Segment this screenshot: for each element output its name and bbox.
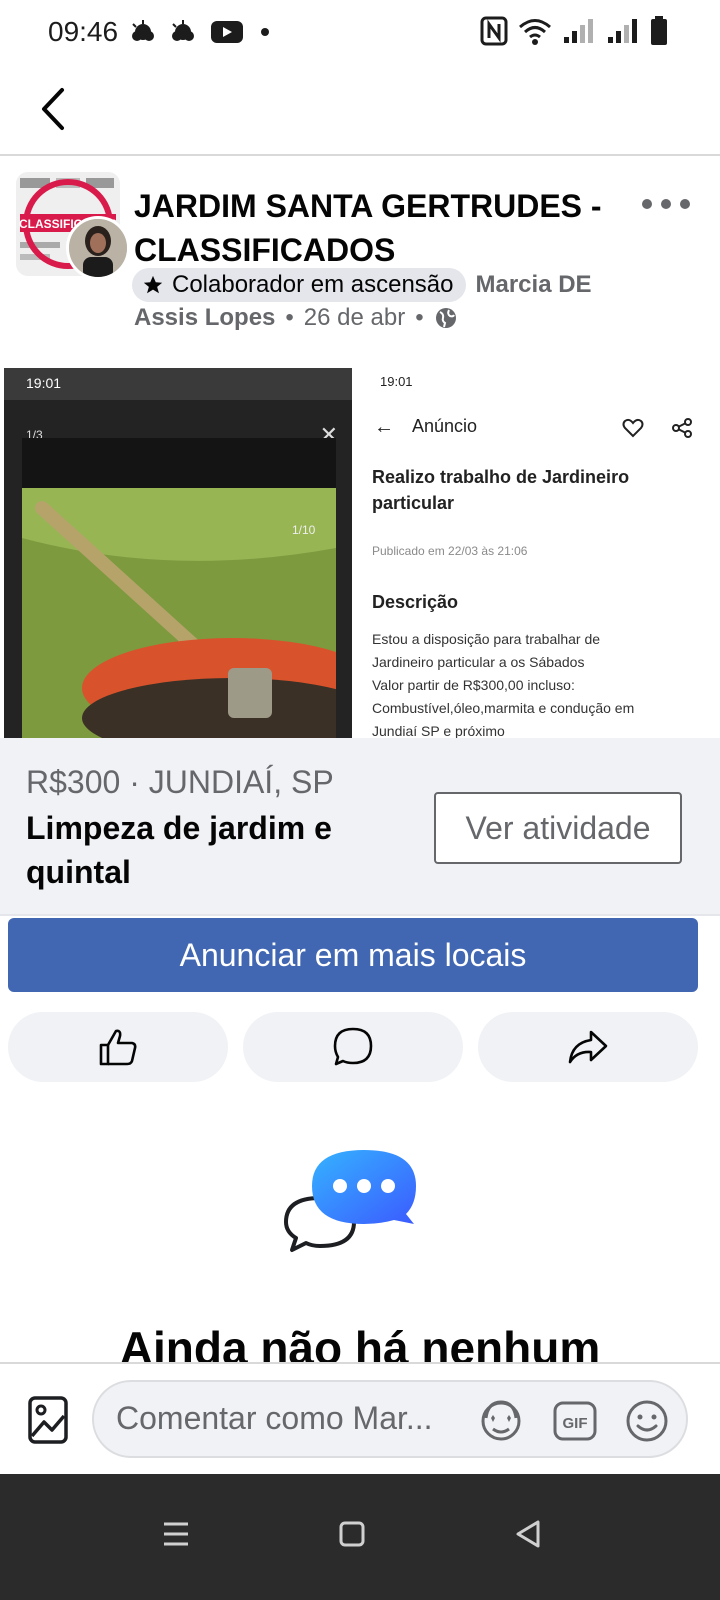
- user-avatar[interactable]: [66, 216, 130, 280]
- signal-icon: [608, 19, 637, 43]
- wifi-icon: [519, 19, 551, 45]
- embedded-heart-icon: [622, 418, 644, 438]
- comment-icon: [333, 1027, 373, 1066]
- embedded-share-icon: [672, 418, 692, 438]
- more-dot: [680, 199, 690, 209]
- separator: •: [415, 304, 424, 331]
- comment-input[interactable]: Comentar como Mar... GIF: [92, 1380, 688, 1458]
- back-button[interactable]: [28, 84, 78, 134]
- post-meta-line: Colaborador em ascensão Marcia DE: [132, 268, 592, 302]
- embedded-description-heading: Descrição: [372, 592, 459, 612]
- empty-comments-title: Ainda não há nenhum: [119, 1322, 601, 1362]
- listing-title: Limpeza de jardim e quintal: [26, 810, 332, 890]
- like-button[interactable]: [8, 1012, 228, 1082]
- status-time: 09:46: [48, 16, 119, 47]
- home-button[interactable]: [322, 1504, 382, 1564]
- comment-placeholder: Comentar como Mar...: [116, 1400, 433, 1436]
- ad-details-screenshot: 19:01 ← Anúncio Realizo trabalho de Jard…: [352, 368, 708, 738]
- status-right-icons: [480, 16, 668, 46]
- embedded-header-title: Anúncio: [412, 416, 478, 436]
- back-system-button[interactable]: [498, 1504, 558, 1564]
- signal-icon: [564, 19, 593, 43]
- promote-listing-button[interactable]: Anunciar em mais locais: [8, 918, 698, 992]
- weather-cloud-icon: [132, 20, 155, 41]
- view-activity-button[interactable]: Ver atividade: [434, 792, 682, 864]
- embedded-ad-title: Realizo trabalho de Jardineiro particula…: [372, 467, 630, 513]
- system-navigation-bar: [0, 1474, 720, 1600]
- embedded-description: Estou a disposição para trabalhar de Jar…: [372, 628, 692, 738]
- badge-label: Colaborador em ascensão: [172, 271, 454, 298]
- avatar-sticker-icon: [481, 1400, 521, 1441]
- author-name[interactable]: Marcia DE: [476, 271, 592, 299]
- description-line: Jardineiro particular a os Sábados: [372, 654, 585, 670]
- more-options-button[interactable]: [642, 192, 690, 216]
- share-button[interactable]: [478, 1012, 698, 1082]
- post-meta-line-2: Assis Lopes • 26 de abr •: [134, 304, 458, 332]
- add-photo-button[interactable]: [26, 1394, 70, 1446]
- contributor-badge[interactable]: Colaborador em ascensão: [132, 268, 466, 302]
- user-photo: [69, 219, 127, 277]
- star-icon: [143, 275, 163, 294]
- gif-icon: GIF: [553, 1401, 597, 1441]
- dot-icon: [261, 28, 270, 36]
- post-actions: [0, 1012, 720, 1084]
- description-line: Jundiaí SP e próximo: [372, 723, 505, 738]
- photo-counter: 1/10: [292, 523, 316, 537]
- comment-bar: Comentar como Mar... GIF: [0, 1362, 720, 1474]
- chat-bubbles-icon: [284, 1150, 416, 1252]
- gif-label: GIF: [563, 1415, 588, 1432]
- smiley-icon: [626, 1400, 668, 1442]
- like-icon: [99, 1029, 137, 1066]
- triangle-back-icon: [516, 1520, 540, 1548]
- recent-apps-button[interactable]: [146, 1504, 206, 1564]
- post-header: CLASSIFICADOS JARDIM SANTA GERTRUDES - C…: [0, 158, 720, 368]
- photo-top-band: [22, 438, 336, 488]
- square-icon: [339, 1521, 365, 1547]
- trimmer-illustration: 1/10: [22, 488, 336, 738]
- photo-icon: [28, 1396, 68, 1444]
- embedded-back-arrow-icon: ←: [374, 416, 394, 438]
- listing-price-location: R$300 · JUNDIAÍ, SP: [26, 764, 334, 800]
- status-bar: 09:46: [0, 0, 720, 64]
- listing-info[interactable]: R$300 · JUNDIAÍ, SP Limpeza de jardim e …: [0, 738, 720, 916]
- no-comments-illustration: [282, 1148, 422, 1260]
- group-name[interactable]: JARDIM SANTA GERTRUDES - CLASSIFICADOS: [134, 184, 634, 272]
- emoji-button[interactable]: [624, 1398, 670, 1444]
- youtube-icon: [211, 21, 244, 43]
- ad-photo-screenshot: 19:01 1/3 ✕ 1/10: [4, 368, 352, 738]
- embedded-status-time: 19:01: [4, 368, 352, 400]
- embedded-published-date: Publicado em 22/03 às 21:06: [372, 544, 528, 558]
- comment-button[interactable]: [243, 1012, 463, 1082]
- description-line: Valor partir de R$300,00 incluso:: [372, 677, 575, 693]
- trimmer-photo: 1/10: [22, 488, 336, 738]
- more-dot: [661, 199, 671, 209]
- status-left-icons: [130, 19, 272, 45]
- chevron-left-icon: [42, 88, 64, 130]
- more-dot: [642, 199, 652, 209]
- menu-icon: [164, 1522, 188, 1546]
- avatar-sticker-button[interactable]: [478, 1398, 524, 1444]
- top-navigation: [0, 64, 720, 156]
- embedded-status-time: 19:01: [380, 374, 413, 389]
- author-name-continued[interactable]: Assis Lopes: [134, 304, 275, 332]
- description-line: Estou a disposição para trabalhar de: [372, 631, 601, 647]
- post-image[interactable]: 19:01 1/3 ✕ 1/10 19:01 ← Anúncio Realizo…: [4, 368, 708, 738]
- gif-button[interactable]: GIF: [552, 1398, 598, 1444]
- description-line: Combustível,óleo,marmita e condução em: [372, 700, 635, 716]
- weather-cloud-icon: [172, 20, 195, 41]
- globe-icon: [435, 308, 456, 328]
- post-date[interactable]: 26 de abr: [304, 304, 405, 332]
- share-icon: [568, 1030, 608, 1064]
- separator: •: [285, 304, 294, 331]
- battery-icon: [651, 16, 667, 45]
- nfc-icon: [480, 16, 508, 46]
